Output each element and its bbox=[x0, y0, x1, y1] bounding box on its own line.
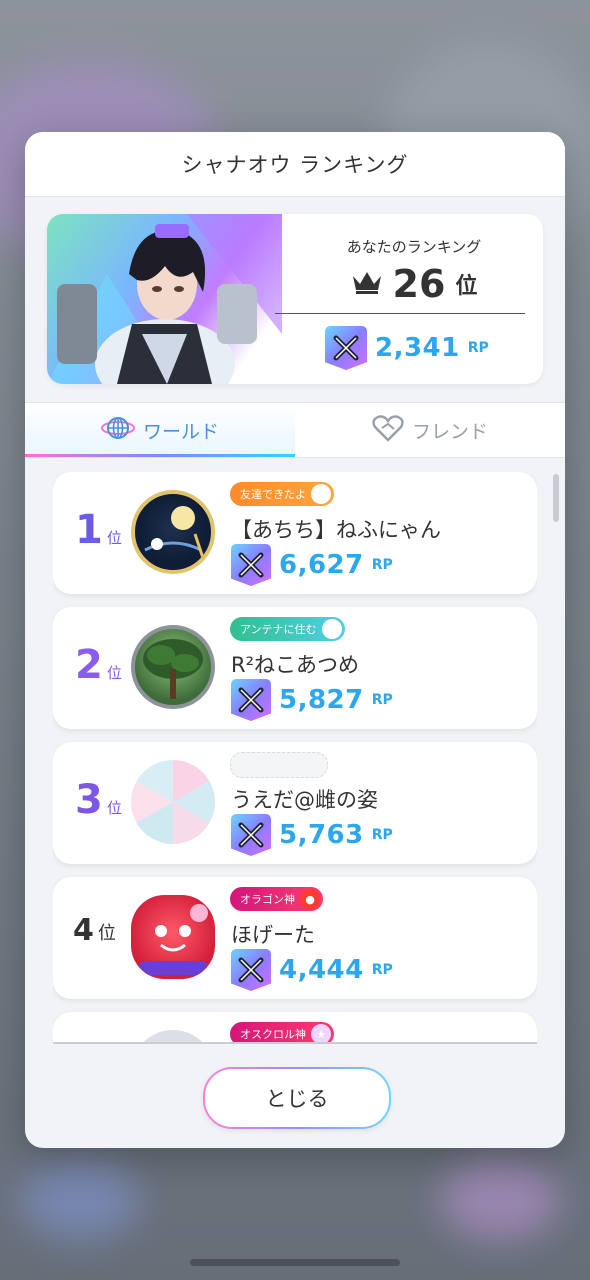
player-rp: 5,827 RP bbox=[231, 679, 393, 721]
player-rp: 5,763 RP bbox=[231, 814, 393, 856]
rank-number: 1 bbox=[75, 507, 103, 553]
rank-position: 1 位 bbox=[75, 510, 122, 550]
rank-number: 4 bbox=[73, 913, 94, 948]
character-emblem-icon: ★ bbox=[311, 1024, 331, 1044]
player-name: うえだ@雌の姿 bbox=[231, 788, 378, 812]
rp-value: 5,827 bbox=[279, 685, 364, 715]
title-badge-label: オラゴン神 bbox=[240, 893, 295, 906]
title-badge: 友達できたよ ♡ bbox=[230, 482, 334, 506]
rank-position: 4 位 bbox=[73, 915, 116, 947]
rank-class-badge-icon bbox=[231, 544, 271, 586]
tab-world-label: ワールド bbox=[142, 420, 219, 443]
ranking-row[interactable]: 1 位 友達できたよ ♡ 【あちち】ねふにゃん 6,627 RP bbox=[53, 472, 537, 594]
rank-number: 3 bbox=[75, 777, 103, 823]
rank-class-badge-icon bbox=[231, 679, 271, 721]
antenna-icon: ✦ bbox=[321, 619, 342, 639]
title-badge-label: アンテナに住む bbox=[240, 623, 317, 636]
ranking-tabs: ワールド フレンド bbox=[25, 402, 565, 458]
rp-unit: RP bbox=[371, 557, 393, 573]
globe-icon bbox=[100, 415, 135, 446]
ranking-row[interactable]: 2 位 アンテナに住む ✦ R²ねこあつめ 5,827 RP bbox=[53, 607, 537, 729]
player-name: ほげーた bbox=[231, 923, 315, 947]
ranking-row[interactable]: オスクロル神 ★ bbox=[53, 1012, 537, 1044]
rank-unit: 位 bbox=[106, 529, 122, 547]
tab-world[interactable]: ワールド bbox=[25, 403, 295, 457]
rank-unit: 位 bbox=[106, 799, 122, 817]
my-rank-number: 26 bbox=[392, 262, 446, 306]
title-badge: オラゴン神 ● bbox=[230, 887, 323, 911]
rank-position: 2 位 bbox=[75, 645, 122, 685]
player-name: R²ねこあつめ bbox=[231, 653, 360, 677]
rp-unit: RP bbox=[371, 962, 393, 978]
my-rp-value: 2,341 bbox=[375, 333, 460, 363]
title-badge: アンテナに住む ✦ bbox=[230, 617, 345, 641]
rank-position: 3 位 bbox=[75, 780, 122, 820]
heart-handshake-icon: ♡ bbox=[311, 484, 331, 504]
crown-icon bbox=[351, 270, 383, 298]
rank-class-badge-icon bbox=[325, 326, 367, 370]
avatar bbox=[131, 625, 215, 709]
handshake-heart-icon bbox=[372, 414, 404, 447]
player-rp: 6,627 RP bbox=[231, 544, 393, 586]
oragon-mascot-icon: ● bbox=[300, 889, 320, 909]
ranking-list[interactable]: 1 位 友達できたよ ♡ 【あちち】ねふにゃん 6,627 RP 2 位 アンテ… bbox=[53, 472, 537, 1044]
title-badge-empty bbox=[230, 752, 328, 778]
home-indicator bbox=[190, 1259, 400, 1266]
rank-unit: 位 bbox=[97, 923, 116, 944]
avatar bbox=[131, 1030, 215, 1044]
my-rp: 2,341 RP bbox=[325, 326, 489, 370]
my-rank-unit: 位 bbox=[455, 274, 478, 299]
avatar bbox=[131, 895, 215, 979]
avatar bbox=[131, 490, 215, 574]
my-rank: 26 位 bbox=[309, 262, 519, 306]
ranking-modal: シャナオウ ランキング あなたのランキング 26 位 2,341 RP ワールド… bbox=[25, 132, 565, 1148]
modal-title: シャナオウ ランキング bbox=[181, 153, 409, 177]
rp-value: 5,763 bbox=[279, 820, 364, 850]
rp-unit: RP bbox=[371, 692, 393, 708]
title-badge: オスクロル神 ★ bbox=[230, 1022, 334, 1044]
my-rp-unit: RP bbox=[467, 340, 489, 356]
modal-header: シャナオウ ランキング bbox=[25, 132, 565, 197]
player-name: 【あちち】ねふにゃん bbox=[231, 518, 441, 542]
rp-value: 6,627 bbox=[279, 550, 364, 580]
close-button[interactable]: とじる bbox=[203, 1067, 391, 1129]
divider bbox=[275, 313, 525, 314]
list-scrollbar[interactable] bbox=[553, 474, 559, 522]
avatar bbox=[131, 760, 215, 844]
rp-value: 4,444 bbox=[279, 955, 364, 985]
ranking-row[interactable]: 4 位 オラゴン神 ● ほげーた 4,444 RP bbox=[53, 877, 537, 999]
my-ranking-label: あなたのランキング bbox=[346, 238, 482, 256]
tab-friend[interactable]: フレンド bbox=[295, 403, 565, 457]
title-badge-label: 友達できたよ bbox=[240, 488, 306, 501]
ranking-row[interactable]: 3 位 うえだ@雌の姿 5,763 RP bbox=[53, 742, 537, 864]
rank-class-badge-icon bbox=[231, 949, 271, 991]
title-badge-label: オスクロル神 bbox=[240, 1028, 306, 1041]
character-portrait bbox=[47, 214, 282, 384]
my-ranking-card: あなたのランキング 26 位 2,341 RP bbox=[47, 214, 543, 384]
rank-unit: 位 bbox=[106, 664, 122, 682]
tab-friend-label: フレンド bbox=[411, 420, 488, 443]
rank-number: 2 bbox=[75, 642, 103, 688]
rp-unit: RP bbox=[371, 827, 393, 843]
rank-class-badge-icon bbox=[231, 814, 271, 856]
player-rp: 4,444 RP bbox=[231, 949, 393, 991]
